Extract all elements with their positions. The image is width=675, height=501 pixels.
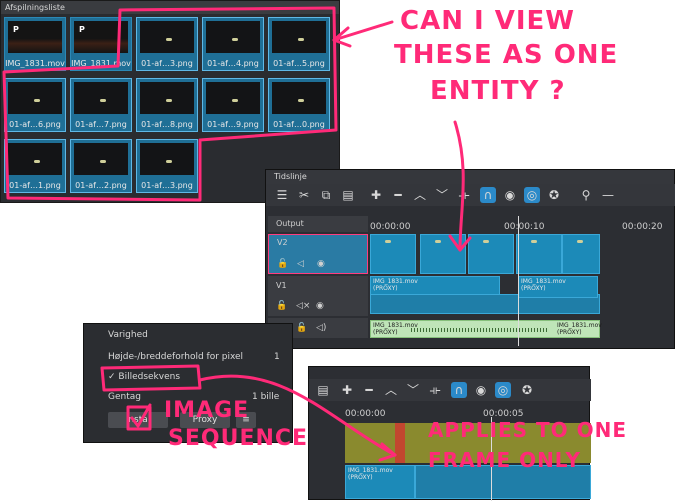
annotation-text: IMAGE (164, 398, 250, 423)
selection-outline (2, 6, 338, 202)
highlight-box (100, 364, 202, 392)
annotation-text: THESE AS ONE (394, 40, 619, 70)
annotation-text: APPLIES TO ONE (428, 418, 628, 442)
arrow-line (453, 120, 465, 252)
annotation-text: FRAME ONLY (428, 448, 581, 472)
annotation-text: ENTITY ? (430, 76, 566, 106)
annotation-text: SEQUENCE (168, 426, 309, 451)
annotation-text: CAN I VIEW (400, 6, 575, 36)
